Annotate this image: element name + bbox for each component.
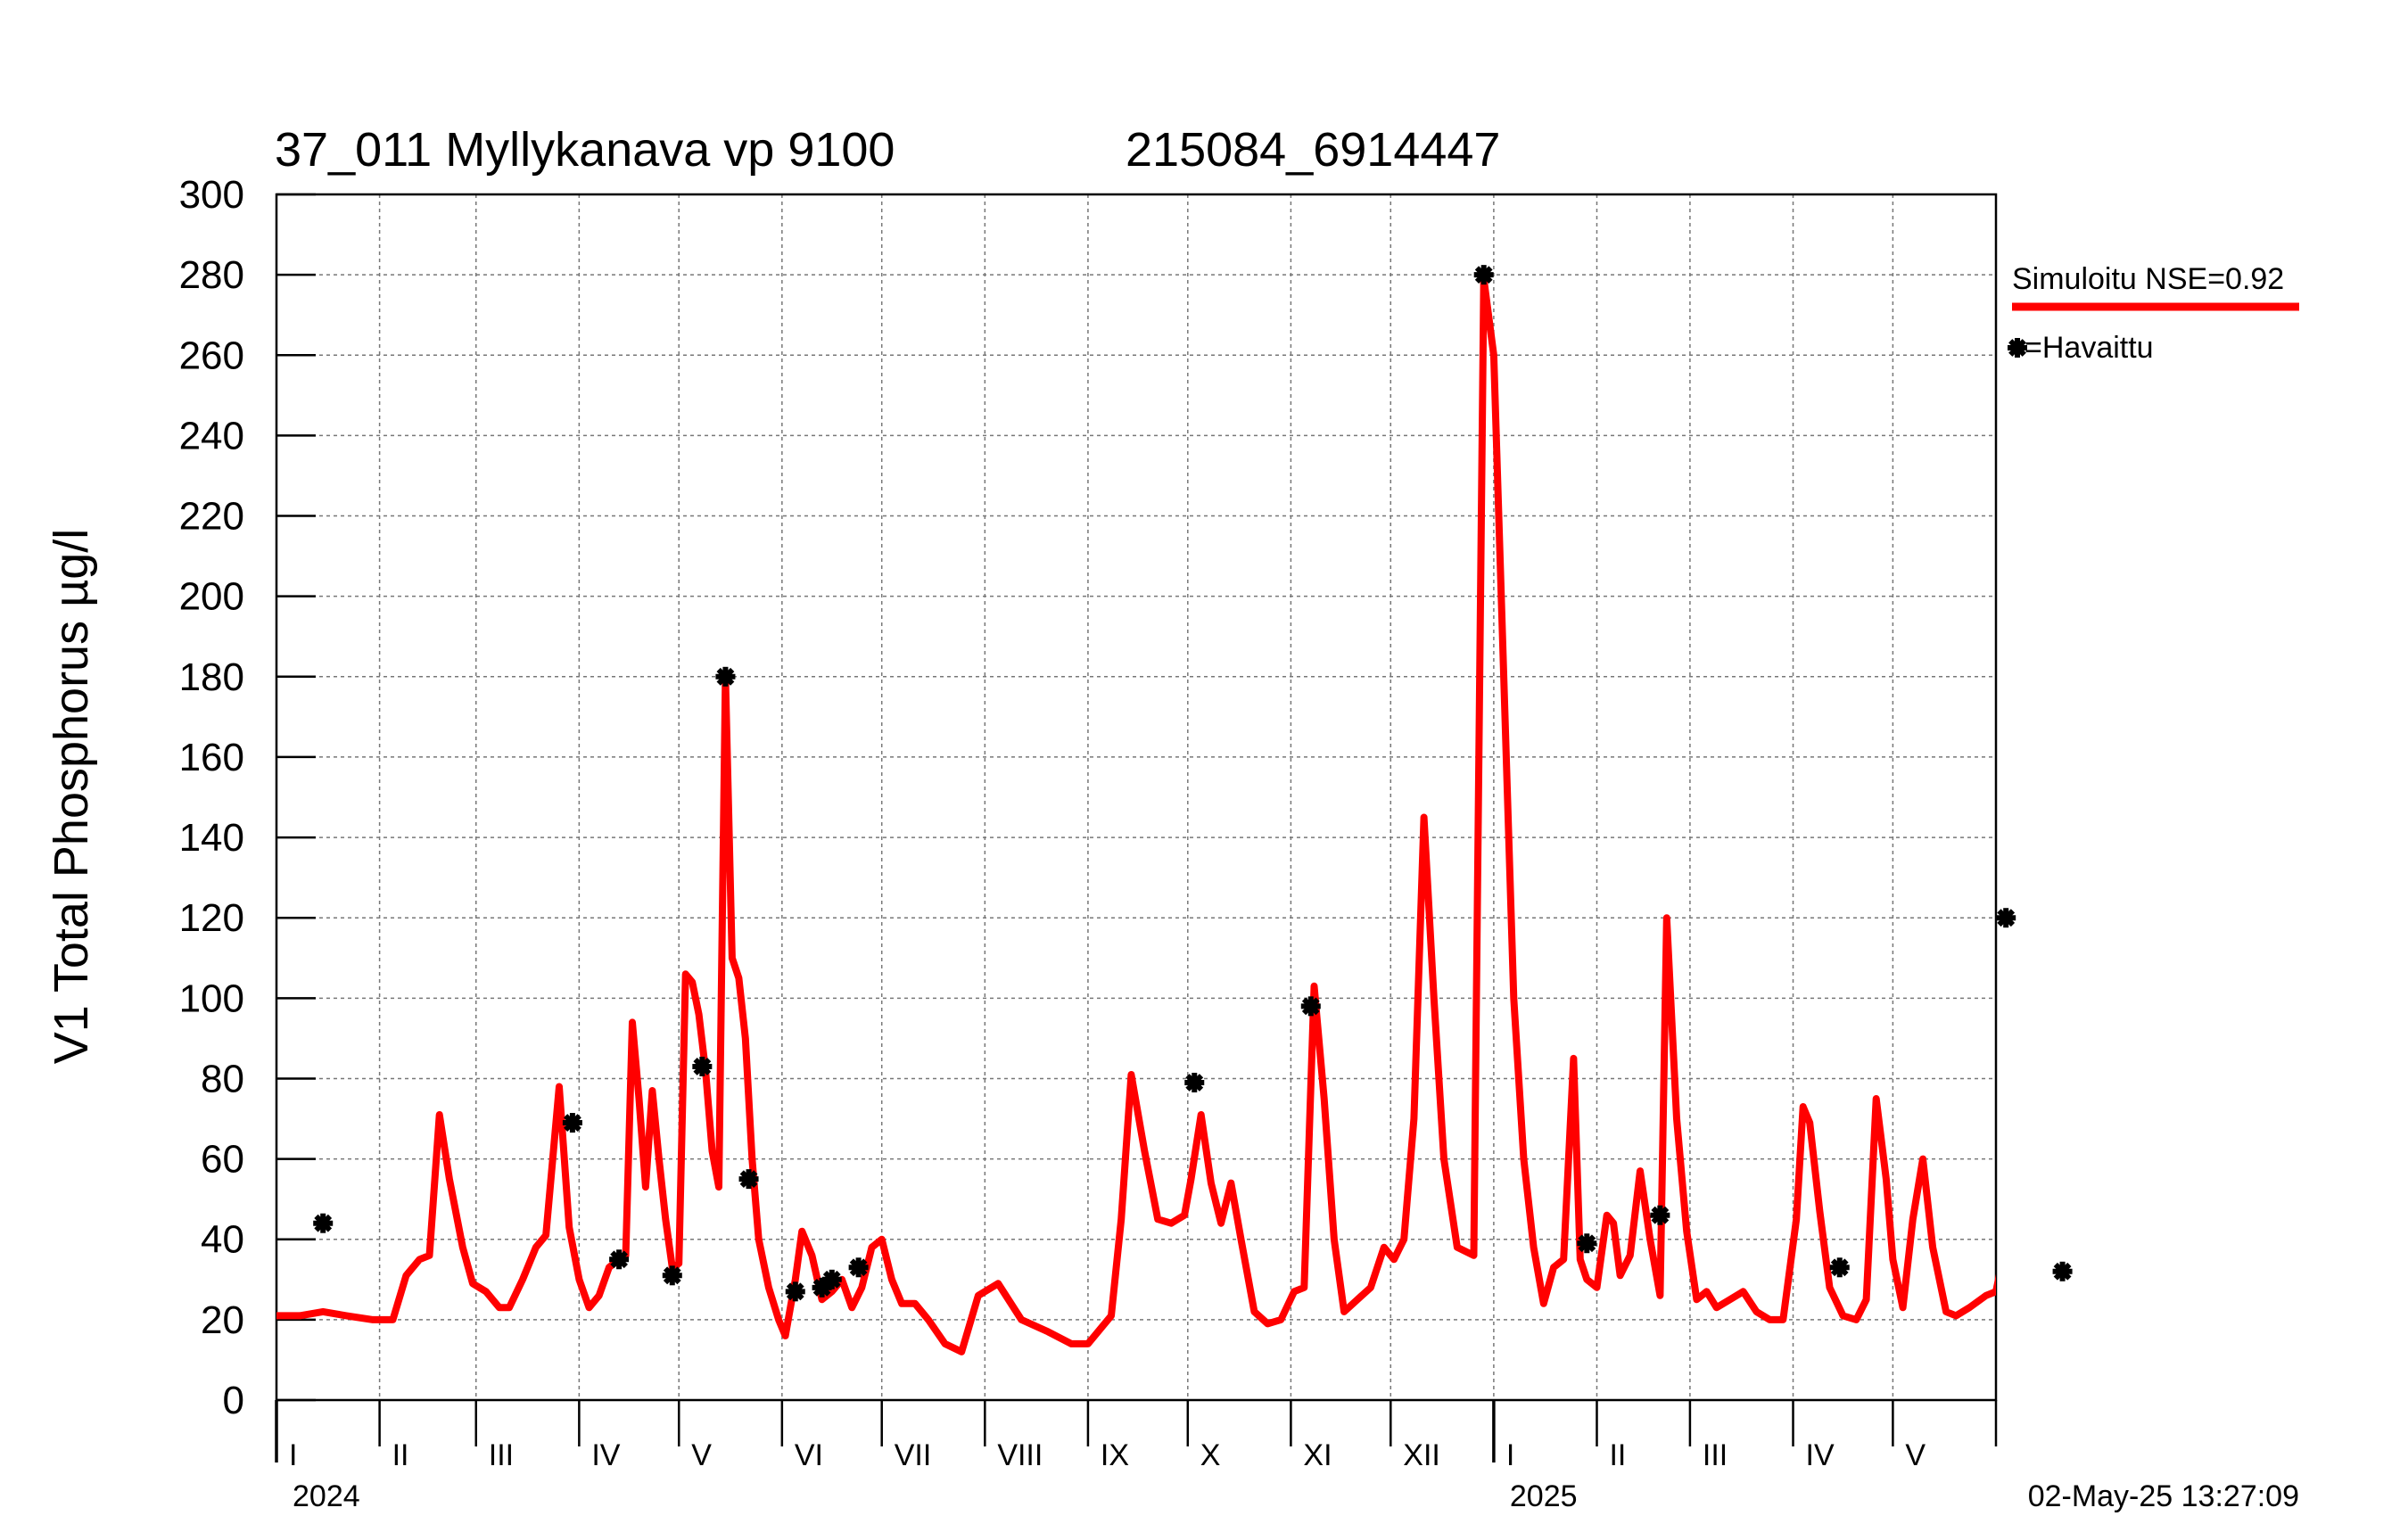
y-tick-label: 40 bbox=[201, 1218, 244, 1262]
x-tick-label: X bbox=[1200, 1438, 1221, 1472]
series-line-layer bbox=[276, 275, 1996, 1355]
grid bbox=[276, 194, 1996, 1400]
y-tick-label: 300 bbox=[179, 173, 244, 217]
simulated-line bbox=[276, 275, 1996, 1355]
y-tick-label: 100 bbox=[179, 976, 244, 1020]
y-tick-label: 120 bbox=[179, 896, 244, 940]
y-tick-label: 180 bbox=[179, 655, 244, 699]
legend: Simuloitu NSE=0.92 =Havaittu bbox=[2008, 262, 2299, 365]
plot-frame bbox=[275, 193, 1998, 1402]
y-tick-label: 20 bbox=[201, 1298, 244, 1342]
x-tick-label: II bbox=[392, 1438, 409, 1472]
observed-point bbox=[692, 1056, 713, 1076]
x-tick-label: VII bbox=[895, 1438, 932, 1472]
y-axis: 0 20 40 60 80 100 120 140 160 180 200 220 240 260 280 3… bbox=[179, 173, 316, 1422]
x-tick-label: II bbox=[1609, 1438, 1626, 1472]
observed-point bbox=[1829, 1257, 1850, 1278]
x-tick-label: VI bbox=[795, 1438, 823, 1472]
y-tick-label: 60 bbox=[201, 1138, 244, 1182]
chart-subtitle: 215084_6914447 bbox=[1126, 123, 1500, 177]
x-tick-label: IV bbox=[1806, 1438, 1835, 1472]
y-tick-label: 240 bbox=[179, 414, 244, 457]
y-axis-label: V1 Total Phosphorus µg/l bbox=[45, 529, 98, 1065]
y-tick-label: 220 bbox=[179, 495, 244, 539]
x-tick-label: V bbox=[691, 1438, 712, 1472]
legend-label-simulated: Simuloitu NSE=0.92 bbox=[2012, 262, 2284, 296]
observed-point bbox=[313, 1213, 334, 1233]
year-label: 2024 bbox=[293, 1479, 360, 1513]
y-tick-label: 80 bbox=[201, 1057, 244, 1100]
year-label: 2025 bbox=[1510, 1479, 1578, 1513]
x-tick-label: XI bbox=[1303, 1438, 1332, 1472]
y-tick-label: 260 bbox=[179, 334, 244, 377]
x-tick-label: IX bbox=[1101, 1438, 1129, 1472]
timestamp: 02-May-25 13:27:09 bbox=[2028, 1479, 2299, 1513]
observed-point bbox=[1577, 1233, 1597, 1254]
observed-point bbox=[821, 1269, 842, 1289]
y-tick-label: 140 bbox=[179, 816, 244, 860]
x-tick-label: III bbox=[1703, 1438, 1728, 1472]
legend-label-observed: =Havaittu bbox=[2025, 331, 2154, 365]
phosphorus-chart: 0 20 40 60 80 100 120 140 160 180 200 220 240 260 280 3… bbox=[45, 123, 2299, 1513]
observed-point bbox=[1184, 1072, 1205, 1092]
y-tick-label: 200 bbox=[179, 575, 244, 619]
observed-point bbox=[848, 1257, 869, 1278]
x-tick-label: III bbox=[489, 1438, 514, 1472]
x-tick-label: I bbox=[289, 1438, 297, 1472]
y-tick-label: 160 bbox=[179, 736, 244, 779]
observed-point bbox=[562, 1113, 582, 1133]
x-tick-label: VIII bbox=[997, 1438, 1043, 1472]
observed-point bbox=[609, 1249, 630, 1270]
chart-title: 37_011 Myllykanava vp 9100 bbox=[275, 123, 895, 177]
x-axis: I II III IV V VI VII VIII IX X XI XII I II III IV V2024 2… bbox=[275, 1400, 1998, 1513]
x-tick-label: I bbox=[1506, 1438, 1514, 1472]
x-tick-label: V bbox=[1905, 1438, 1926, 1472]
observed-point bbox=[1473, 265, 1494, 285]
observed-point bbox=[715, 666, 736, 687]
observed-point bbox=[662, 1265, 682, 1286]
x-tick-label: XII bbox=[1403, 1438, 1440, 1472]
y-tick-label: 280 bbox=[179, 253, 244, 297]
observed-point bbox=[2052, 1261, 2073, 1281]
observed-point bbox=[785, 1281, 805, 1302]
observed-point bbox=[1300, 996, 1321, 1017]
observed-point bbox=[1996, 908, 2016, 928]
observed-point bbox=[738, 1169, 759, 1190]
y-tick-label: 0 bbox=[223, 1379, 244, 1422]
x-tick-label: IV bbox=[591, 1438, 620, 1472]
observed-point bbox=[1650, 1205, 1670, 1225]
